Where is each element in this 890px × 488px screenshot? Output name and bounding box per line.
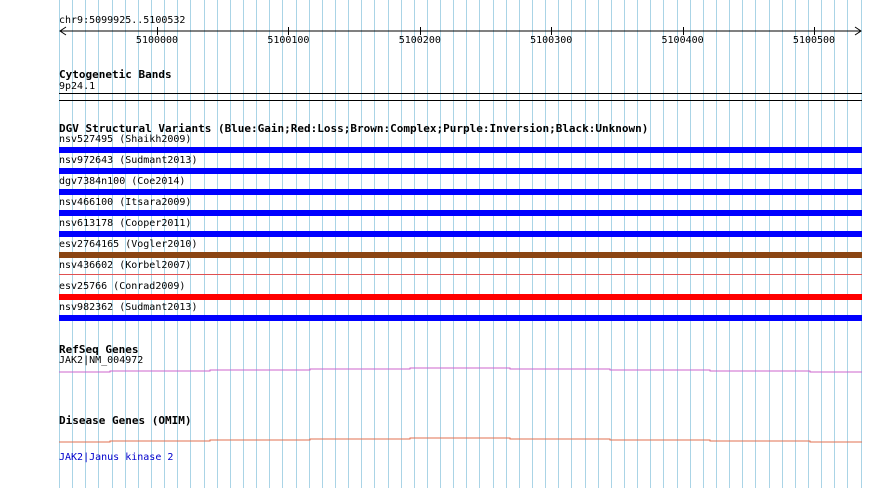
cytoband-track-title[interactable]: Cytogenetic Bands [59,68,172,81]
ruler-tick-mark [420,27,421,35]
ruler-tick-label: 5100100 [267,35,310,46]
dgv-variant-label[interactable]: nsv466100 (Itsara2009) [59,197,191,209]
dgv-variant-label[interactable]: nsv982362 (Sudmant2013) [59,302,197,314]
dgv-variant-label[interactable]: dgv7384n100 (Coe2014) [59,176,185,188]
refseq-gene-feature[interactable] [0,364,890,376]
dgv-variant-label[interactable]: nsv613178 (Cooper2011) [59,218,191,230]
omim-gene-link[interactable]: JAK2|Janus kinase 2 [59,452,173,464]
ruler-tick-label: 5100200 [398,35,441,46]
dgv-variant-bar[interactable] [59,147,862,153]
cytoband-line-top [59,93,862,94]
cytoband-label[interactable]: 9p24.1 [59,81,95,93]
ruler-axis [59,26,862,36]
cytoband-line-bottom [59,100,862,101]
dgv-variant-bar[interactable] [59,168,862,174]
dgv-variant-bar[interactable] [59,231,862,237]
dgv-variant-label[interactable]: esv2764165 (Vogler2010) [59,239,197,251]
ruler-tick-label: 5100300 [530,35,573,46]
dgv-variant-label[interactable]: esv25766 (Conrad2009) [59,281,185,293]
ruler-tick-mark [814,27,815,35]
dgv-variant-bar[interactable] [59,189,862,195]
dgv-variant-label[interactable]: nsv527495 (Shaikh2009) [59,134,191,146]
ruler-tick-mark [157,27,158,35]
ruler-tick-mark [683,27,684,35]
dgv-variant-bar[interactable] [59,274,862,275]
ruler-tick-label: 5100000 [135,35,179,46]
omim-track-title[interactable]: Disease Genes (OMIM) [59,414,191,427]
dgv-variant-label[interactable]: nsv972643 (Sudmant2013) [59,155,197,167]
ruler-tick-label: 5100400 [661,35,704,46]
omim-gene-feature[interactable] [0,434,890,446]
ruler-tick-label: 5100500 [792,35,836,46]
dgv-variant-bar[interactable] [59,294,862,300]
dgv-variant-label[interactable]: nsv436602 (Korbel2007) [59,260,191,272]
ruler-tick-mark [551,27,552,35]
dgv-variant-bar[interactable] [59,315,862,321]
ruler-tick-mark [288,27,289,35]
dgv-variant-bar[interactable] [59,210,862,216]
dgv-variant-bar[interactable] [59,252,862,258]
